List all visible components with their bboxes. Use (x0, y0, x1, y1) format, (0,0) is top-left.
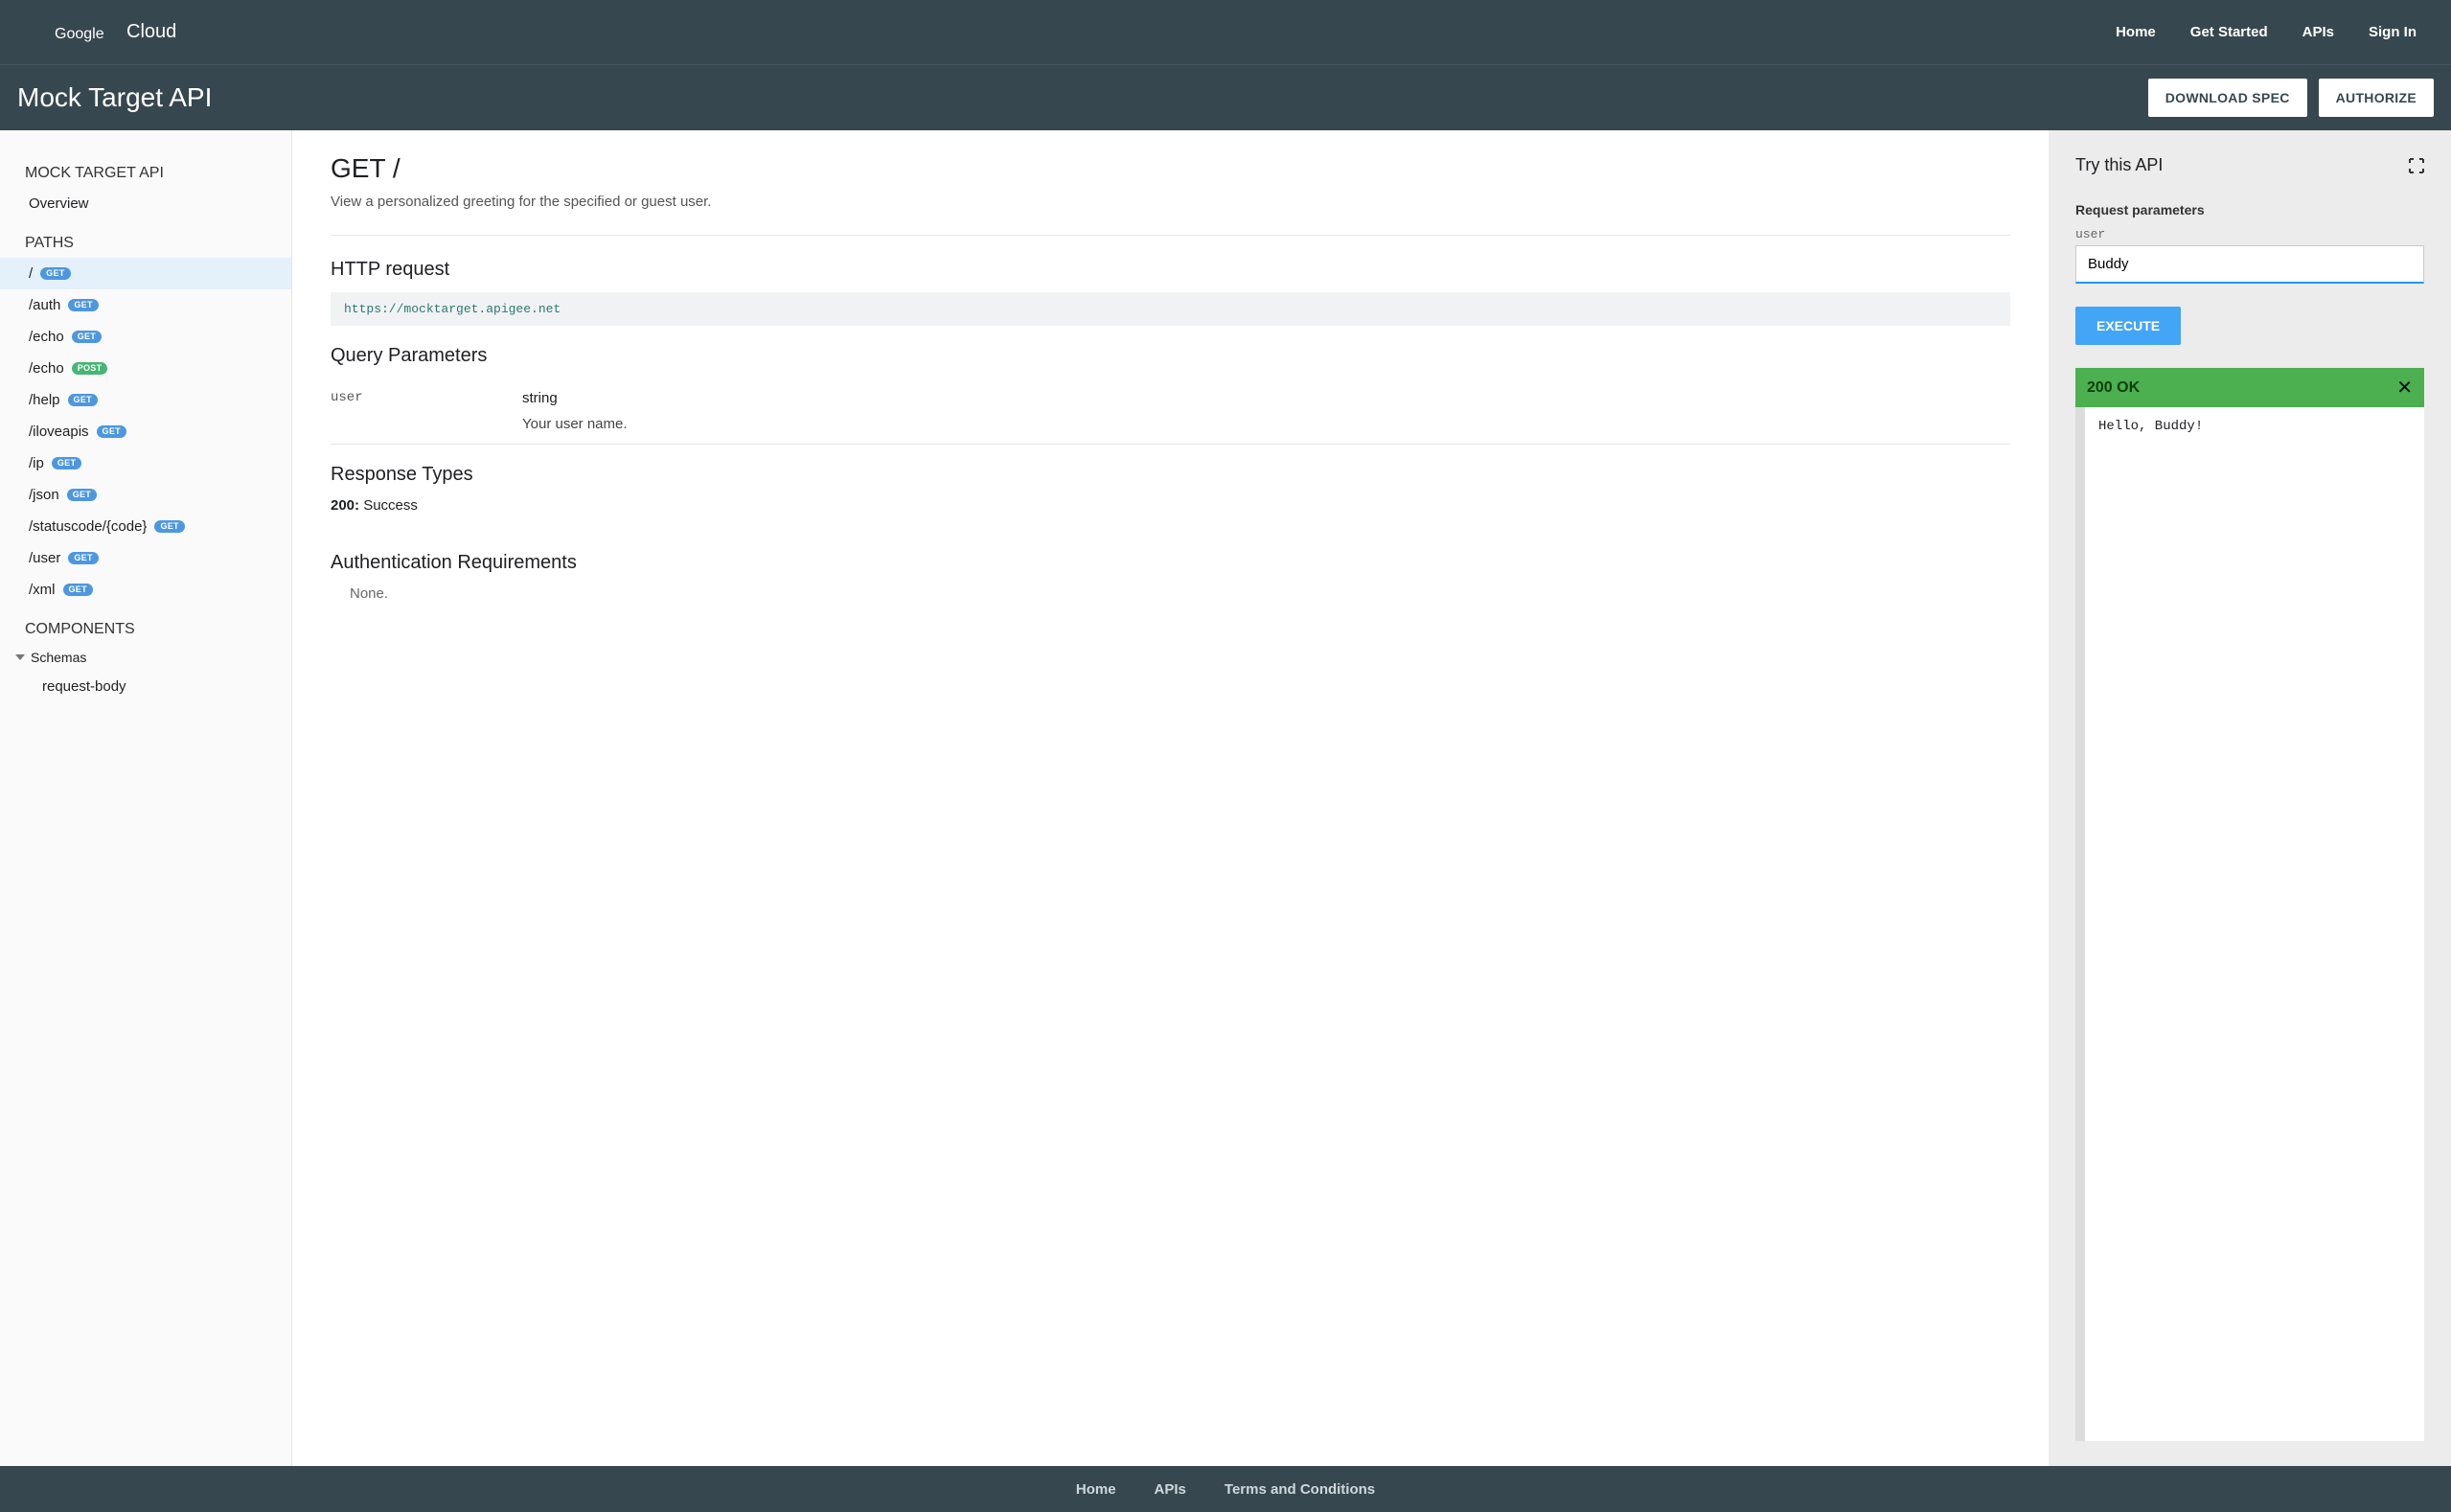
sidebar-overview-label: Overview (29, 195, 89, 212)
sidebar-request-body[interactable]: request-body (0, 671, 291, 702)
sidebar-schemas-label: Schemas (31, 650, 86, 665)
response-status-bar: 200 OK ✕ (2075, 368, 2424, 407)
sidebar-path-label: /echo (29, 360, 64, 377)
method-badge: GET (154, 520, 184, 533)
sidebar-path-label: /user (29, 550, 60, 566)
method-badge: GET (67, 489, 97, 501)
sidebar-path-label: /xml (29, 582, 56, 598)
footer: Home APIs Terms and Conditions (0, 1466, 2451, 1512)
sidebar-request-body-label: request-body (42, 678, 126, 695)
download-spec-button[interactable]: DOWNLOAD SPEC (2148, 79, 2307, 117)
response-status: 200 OK (2087, 379, 2140, 397)
method-badge: GET (68, 552, 98, 564)
user-input[interactable] (2075, 245, 2424, 284)
method-badge: GET (40, 267, 70, 280)
page-title: Mock Target API (17, 82, 212, 113)
expand-icon[interactable] (2409, 158, 2424, 173)
sidebar-overview[interactable]: Overview (0, 188, 291, 219)
auth-none: None. (331, 585, 2010, 602)
sidebar-api-heading: MOCK TARGET API (0, 159, 291, 188)
param-desc: Your user name. (522, 416, 628, 432)
sidebar-path-item[interactable]: /echo POST (0, 353, 291, 384)
method-badge: GET (72, 331, 102, 343)
endpoint-description: View a personalized greeting for the spe… (331, 194, 2010, 210)
sidebar-path-item[interactable]: /xml GET (0, 574, 291, 606)
footer-apis[interactable]: APIs (1155, 1481, 1186, 1498)
nav-get-started[interactable]: Get Started (2190, 24, 2268, 40)
response-line: 200: Success (331, 497, 2010, 514)
top-bar: Google Cloud Home Get Started APIs Sign … (0, 0, 2451, 64)
method-badge: GET (52, 457, 81, 470)
response-code: 200: (331, 497, 359, 514)
try-this-api-label: Try this API (2075, 155, 2163, 175)
sidebar-paths-heading: PATHS (0, 229, 291, 258)
sidebar-path-item[interactable]: /json GET (0, 479, 291, 511)
top-nav: Home Get Started APIs Sign In (2116, 24, 2417, 40)
param-name: user (331, 390, 522, 432)
nav-sign-in[interactable]: Sign In (2369, 24, 2417, 40)
close-icon[interactable]: ✕ (2396, 376, 2413, 400)
sidebar-path-item[interactable]: /echo GET (0, 321, 291, 353)
param-type: string (522, 390, 628, 406)
divider (331, 235, 2010, 236)
sidebar-path-label: /iloveapis (29, 424, 89, 440)
sidebar-components-heading: COMPONENTS (0, 615, 291, 644)
footer-home[interactable]: Home (1076, 1481, 1116, 1498)
sidebar-path-label: /echo (29, 329, 64, 345)
param-row: user string Your user name. (331, 378, 2010, 445)
request-params-label: Request parameters (2075, 202, 2424, 218)
user-param-label: user (2075, 227, 2424, 241)
chevron-down-icon (15, 653, 25, 662)
svg-text:Google: Google (55, 26, 104, 42)
http-request-heading: HTTP request (331, 259, 2010, 281)
content: GET / View a personalized greeting for t… (292, 130, 2049, 1466)
title-bar: Mock Target API DOWNLOAD SPEC AUTHORIZE (0, 64, 2451, 130)
endpoint-heading: GET / (331, 153, 2010, 184)
try-panel: Try this API Request parameters user EXE… (2049, 130, 2451, 1466)
execute-button[interactable]: EXECUTE (2075, 307, 2181, 345)
sidebar-path-item[interactable]: /iloveapis GET (0, 416, 291, 447)
response-label: Success (359, 497, 418, 514)
title-actions: DOWNLOAD SPEC AUTHORIZE (2148, 79, 2434, 117)
sidebar-path-item[interactable]: /auth GET (0, 289, 291, 321)
footer-terms[interactable]: Terms and Conditions (1225, 1481, 1375, 1498)
method-badge: GET (63, 584, 93, 596)
auth-heading: Authentication Requirements (331, 552, 2010, 574)
nav-home[interactable]: Home (2116, 24, 2156, 40)
sidebar-path-label: /statuscode/{code} (29, 518, 147, 535)
method-badge: GET (68, 299, 98, 311)
sidebar-path-label: /auth (29, 297, 60, 313)
sidebar-path-label: / (29, 265, 33, 282)
query-params-heading: Query Parameters (331, 345, 2010, 367)
response-types-heading: Response Types (331, 464, 2010, 486)
sidebar-path-label: /ip (29, 455, 44, 471)
sidebar-path-item[interactable]: / GET (0, 258, 291, 289)
response-body: Hello, Buddy! (2075, 407, 2424, 1441)
google-cloud-icon: Google (34, 21, 121, 44)
method-badge: GET (68, 394, 98, 406)
sidebar-path-item[interactable]: /ip GET (0, 447, 291, 479)
sidebar-path-item[interactable]: /user GET (0, 542, 291, 574)
method-badge: POST (72, 362, 108, 375)
method-badge: GET (97, 425, 126, 438)
sidebar-path-label: /json (29, 487, 59, 503)
sidebar-path-item[interactable]: /help GET (0, 384, 291, 416)
authorize-button[interactable]: AUTHORIZE (2319, 79, 2434, 117)
sidebar-schemas[interactable]: Schemas (0, 644, 291, 671)
logo-text-suffix: Cloud (126, 21, 176, 43)
nav-apis[interactable]: APIs (2302, 24, 2334, 40)
sidebar-path-label: /help (29, 392, 60, 408)
logo[interactable]: Google Cloud (34, 21, 176, 44)
http-url: https://mocktarget.apigee.net (331, 292, 2010, 326)
sidebar-path-item[interactable]: /statuscode/{code} GET (0, 511, 291, 542)
sidebar: MOCK TARGET API Overview PATHS / GET/auth… (0, 130, 292, 1466)
